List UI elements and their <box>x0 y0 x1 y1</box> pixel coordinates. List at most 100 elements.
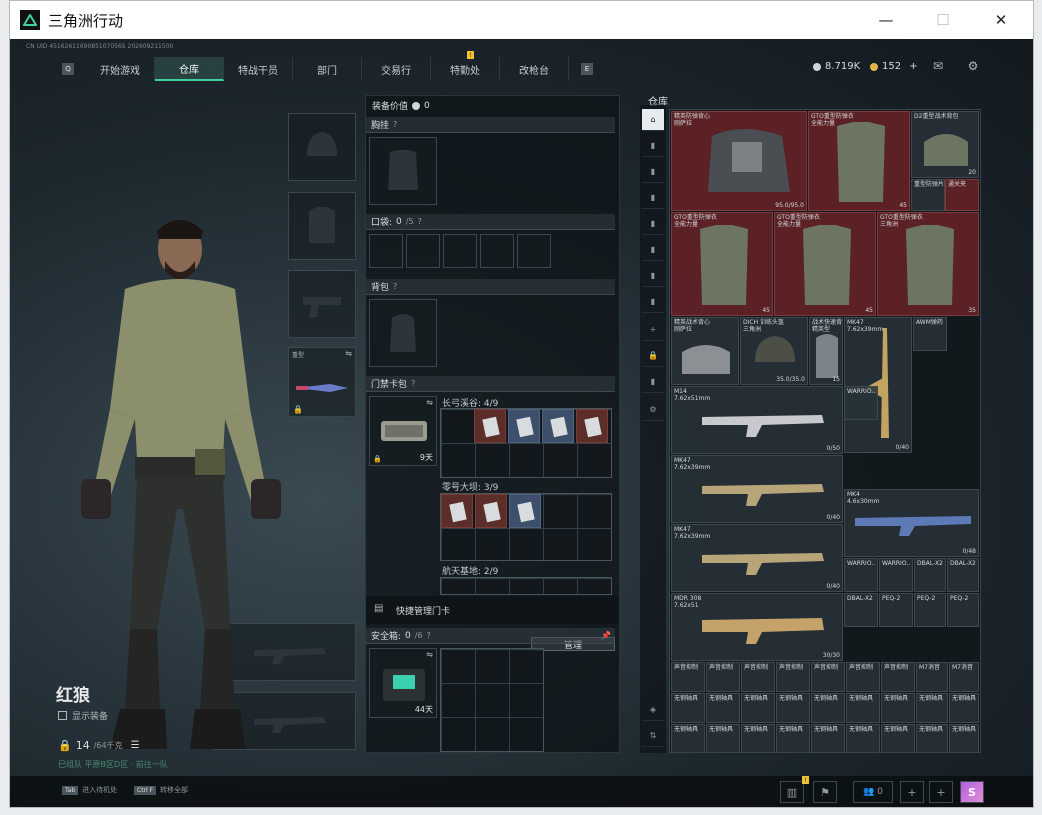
stash-item[interactable]: 无钢轴具 <box>811 693 845 723</box>
help-icon[interactable]: ? <box>393 120 397 129</box>
show-equipment-toggle[interactable]: 显示装备 <box>58 709 108 722</box>
stash-item[interactable]: 无钢轴具 <box>881 724 915 752</box>
swap-icon[interactable]: ⇋ <box>426 650 433 659</box>
stash-item[interactable]: 无钢轴具 <box>776 724 810 752</box>
stash-item[interactable]: PEQ-2 <box>947 593 979 627</box>
lock-tab-icon[interactable]: 🔒 <box>642 345 664 367</box>
maximize-button[interactable]: ☐ <box>920 1 966 39</box>
stash-item[interactable]: GTO重型防弹衣 全能力量 45 <box>808 111 910 211</box>
help-icon[interactable]: ? <box>411 379 415 388</box>
keycard-item[interactable] <box>576 409 608 443</box>
tab-start-game[interactable]: 开始游戏 <box>86 57 155 81</box>
checkbox-icon[interactable] <box>58 711 67 720</box>
stash-item[interactable]: GTO重型防弹衣 三角洲 35 <box>877 212 979 316</box>
stash-item[interactable]: 无钢轴具 <box>949 724 979 752</box>
stash-tab[interactable]: ▮ <box>642 265 664 287</box>
help-icon[interactable]: ? <box>418 217 422 226</box>
stash-item[interactable]: 无钢轴具 <box>706 693 740 723</box>
swap-icon[interactable]: ⇋ <box>345 349 352 358</box>
stash-item[interactable]: M7消音 <box>916 662 948 692</box>
pin-icon[interactable]: 📌 <box>601 631 611 640</box>
pistol-slot[interactable] <box>288 270 356 338</box>
stash-item[interactable]: 精英战术背心 刚萨拉 <box>671 317 739 385</box>
stash-tab[interactable]: ▮ <box>642 371 664 393</box>
tab-warehouse[interactable]: 仓库 <box>155 57 224 81</box>
help-icon[interactable]: ? <box>393 282 397 291</box>
stash-item[interactable]: 声音抑制 <box>706 662 740 692</box>
minimize-button[interactable]: — <box>863 1 909 39</box>
stash-item[interactable]: GTO重型防弹衣 全能力量 45 <box>671 212 773 316</box>
gear-icon[interactable]: ⚙ <box>965 59 981 73</box>
stash-item[interactable]: 无钢轴具 <box>949 693 979 723</box>
tab-operators[interactable]: 特战干员 <box>224 57 293 81</box>
stash-item[interactable]: 通关夹 <box>945 179 979 211</box>
mail-icon[interactable]: ✉ <box>930 59 946 73</box>
safe-box-grid[interactable] <box>440 648 544 752</box>
stash-tab-all[interactable]: ⌂ <box>642 109 664 131</box>
invite-slot-button[interactable]: + <box>900 781 924 803</box>
stash-item[interactable]: PEQ-2 <box>879 593 913 627</box>
stash-item[interactable]: 无钢轴具 <box>846 693 880 723</box>
stash-item[interactable]: 无钢轴具 <box>741 693 775 723</box>
pocket-slot[interactable] <box>480 234 514 268</box>
keycard-item[interactable] <box>509 494 541 528</box>
keycard-item[interactable] <box>508 409 540 443</box>
stash-item[interactable]: 无钢轴具 <box>741 724 775 752</box>
chest-rig-slot[interactable] <box>369 137 437 205</box>
tab-gunsmith[interactable]: 改枪台 <box>500 57 569 81</box>
stash-item[interactable]: WARRIO.. <box>844 386 878 420</box>
keycard-item[interactable] <box>474 409 506 443</box>
stash-item[interactable]: DBAL-X2 <box>947 558 979 592</box>
tab-special-ops[interactable]: 特勤处 ! <box>431 51 500 81</box>
stash-item[interactable]: PEQ-2 <box>914 593 946 627</box>
add-tab-icon[interactable]: + <box>642 319 664 341</box>
stash-item[interactable]: WARRIO.. <box>879 558 913 592</box>
standby-hint[interactable]: Tab 进入待机处 <box>62 785 117 795</box>
pocket-slot[interactable] <box>369 234 403 268</box>
helmet-slot[interactable] <box>288 113 356 181</box>
stash-item[interactable]: 无钢轴具 <box>811 724 845 752</box>
stash-item[interactable]: MK47 7.62x39mm 0/40 <box>671 524 843 592</box>
stash-item[interactable]: 声音抑制 <box>776 662 810 692</box>
stash-item[interactable]: 声音抑制 <box>811 662 845 692</box>
stash-item[interactable]: 战术快速背包 精英型 15 <box>809 317 843 385</box>
swap-icon[interactable]: ⇋ <box>426 398 433 407</box>
stash-item[interactable]: MK47 7.62x39mm 0/40 <box>844 317 912 453</box>
stash-item[interactable]: M14 7.62x51mm 0/50 <box>671 386 843 454</box>
sort-icon[interactable]: ⇅ <box>642 725 664 747</box>
stash-item[interactable]: GTO重型防弹衣 全能力量 45 <box>774 212 876 316</box>
stash-item[interactable]: 声音抑制 <box>741 662 775 692</box>
help-icon[interactable]: ? <box>427 631 431 640</box>
stash-item[interactable]: M7消音 <box>949 662 979 692</box>
keycard-pack-slot[interactable]: ⇋ 🔒 9天 <box>369 396 437 466</box>
armor-slot[interactable] <box>288 192 356 260</box>
pocket-slot[interactable] <box>517 234 551 268</box>
stash-tab[interactable]: ▮ <box>642 239 664 261</box>
pocket-slot[interactable] <box>443 234 477 268</box>
keycard-item[interactable] <box>475 494 507 528</box>
nav-next-key[interactable]: E <box>581 63 593 75</box>
stash-tab[interactable]: ▮ <box>642 161 664 183</box>
stash-tab[interactable]: ▮ <box>642 291 664 313</box>
stash-item[interactable]: 无钢轴具 <box>776 693 810 723</box>
avatar[interactable]: S <box>960 781 984 803</box>
stash-item[interactable]: AWM弹药 <box>913 317 947 351</box>
safe-box-slot[interactable]: ⇋ 44天 <box>369 648 437 718</box>
stash-item[interactable]: MK47 7.62x39mm 0/40 <box>671 455 843 523</box>
stash-item[interactable]: 无钢轴具 <box>846 724 880 752</box>
stash-item[interactable]: 声音抑制 <box>881 662 915 692</box>
tab-department[interactable]: 部门 <box>293 57 362 81</box>
stash-item[interactable]: 声音抑制 <box>846 662 880 692</box>
stash-item[interactable]: 无钢轴具 <box>671 693 705 723</box>
stash-tab[interactable]: ▮ <box>642 187 664 209</box>
list-icon[interactable]: ☰ <box>131 740 140 751</box>
stash-item[interactable]: 重型防弹片 <box>911 179 945 211</box>
pocket-slot[interactable] <box>406 234 440 268</box>
stats-icon[interactable]: ▥ <box>780 781 804 803</box>
flag-icon[interactable]: ⚑ <box>813 781 837 803</box>
stash-item[interactable]: D2重型战术背包 20 <box>911 111 979 178</box>
keycard-item[interactable] <box>542 409 574 443</box>
stash-item[interactable]: MK4 4.6x30mm 0/48 <box>844 489 979 557</box>
zone-3-grid[interactable] <box>440 577 612 595</box>
stash-item[interactable]: 精英防弹背心 刚萨拉 95.0/95.0 <box>671 111 807 211</box>
